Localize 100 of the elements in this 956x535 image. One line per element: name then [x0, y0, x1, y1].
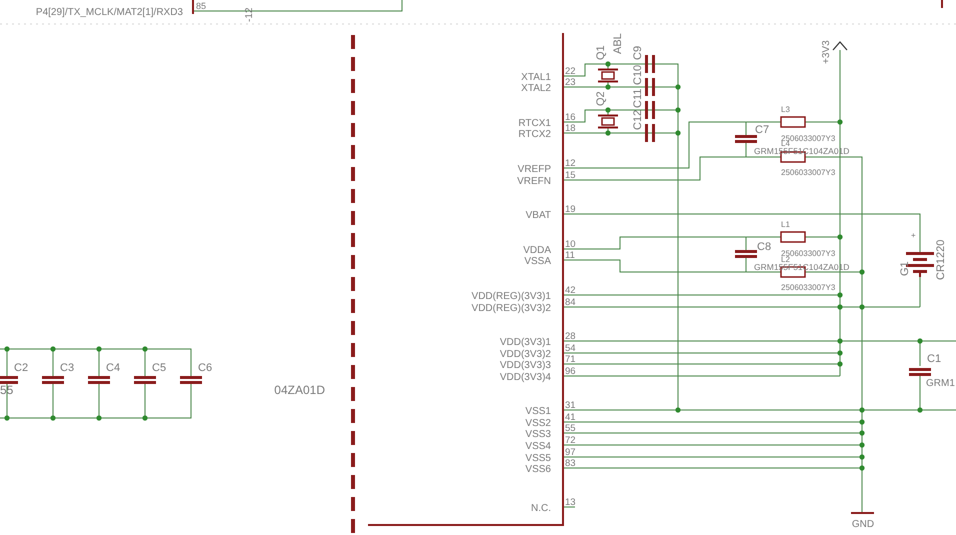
- pin-number: 13: [565, 497, 576, 508]
- capacitor-symbol: [909, 368, 931, 376]
- part-name: C5: [152, 362, 166, 374]
- junction-dot: [675, 130, 681, 136]
- capacitor-symbol: [42, 376, 64, 384]
- pin-name: VDD(3V3)1: [500, 337, 551, 348]
- pin-number: 15: [565, 170, 576, 181]
- pin-number: 83: [565, 458, 576, 469]
- junction-dot: [96, 415, 102, 421]
- junction-dot: [917, 407, 923, 413]
- junction-dot: [917, 338, 923, 344]
- pin-number: 23: [565, 77, 576, 88]
- capacitor-symbol: [0, 376, 18, 384]
- part-name: L2: [781, 255, 790, 264]
- capacitor-symbol: [180, 376, 202, 384]
- pin-name: VDD(REG)(3V3)2: [472, 303, 551, 314]
- pin-number: 10: [565, 239, 576, 250]
- pin-name: XTAL1: [521, 72, 551, 83]
- pin-name: VSS3: [525, 429, 551, 440]
- pin-name: VREFN: [517, 176, 551, 187]
- junction-dot: [96, 346, 102, 352]
- junction-dot: [859, 430, 865, 436]
- junction-dot: [837, 338, 843, 344]
- capacitor-symbol: [645, 101, 655, 119]
- junction-dot: [859, 304, 865, 310]
- pin-number: 22: [565, 66, 576, 77]
- inductor-symbol: [780, 116, 806, 128]
- pin-name: VBAT: [526, 210, 551, 221]
- pin-name: VSS6: [525, 464, 551, 475]
- part-value: 2506033007Y3: [781, 134, 836, 143]
- pin-name: XTAL2: [521, 83, 551, 94]
- junction-dot: [675, 84, 681, 90]
- junction-dot: [605, 107, 611, 113]
- pin-number: 18: [565, 123, 576, 134]
- junction-dot: [859, 419, 865, 425]
- junction-dot: [50, 346, 56, 352]
- part-value: GRM1: [926, 378, 955, 389]
- pin-number: 97: [565, 447, 576, 458]
- junction-dot: [675, 407, 681, 413]
- junction-dot: [837, 304, 843, 310]
- junction-dot: [50, 415, 56, 421]
- part-name: C8: [757, 241, 772, 253]
- junction-dot: [837, 350, 843, 356]
- pin-number: 31: [565, 400, 576, 411]
- junction-dot: [837, 292, 843, 298]
- pin-name: RTCX1: [518, 118, 551, 129]
- pin-number: 72: [565, 435, 576, 446]
- junction-dot: [837, 234, 843, 240]
- pin-name: VDD(3V3)3: [500, 360, 551, 371]
- pin-number: 54: [565, 343, 576, 354]
- pin-number: 11: [565, 250, 575, 261]
- junction-dot: [142, 415, 148, 421]
- capacitor-symbol: [88, 376, 110, 384]
- junction-dot: [837, 361, 843, 367]
- part-name: Q1: [595, 45, 607, 60]
- pin-name: VSSA: [524, 256, 551, 267]
- junction-dot: [859, 454, 865, 460]
- part-value: -12: [244, 8, 255, 22]
- pin-name: VREFP: [518, 164, 551, 175]
- pin-number: 16: [565, 112, 576, 123]
- part-value: ABL: [612, 33, 624, 54]
- chip-outline: [941, 0, 943, 8]
- junction-dot: [4, 346, 10, 352]
- part-name: C2: [14, 362, 28, 374]
- part-value: 04ZA01D: [274, 383, 325, 397]
- junction-dot: [859, 269, 865, 275]
- junction-dot: [675, 107, 681, 113]
- part-name: C6: [198, 362, 212, 374]
- junction-dot: [142, 346, 148, 352]
- part-name: C10: [632, 64, 644, 85]
- part-name: C3: [60, 362, 74, 374]
- pin-number: 96: [565, 366, 576, 377]
- part-value: 2506033007Y3: [781, 249, 836, 258]
- part-name: C11: [632, 88, 644, 108]
- junction-dot: [859, 442, 865, 448]
- part-name: L1: [781, 220, 790, 229]
- part-name: C4: [106, 362, 120, 374]
- pin-name: VDD(3V3)2: [500, 349, 551, 360]
- pin-number: 55: [565, 423, 576, 434]
- part-name: C1: [927, 353, 942, 365]
- net-label: GND: [852, 519, 874, 530]
- part-name: C7: [755, 124, 770, 136]
- pin-number: 12: [565, 158, 576, 169]
- part-name: G1: [899, 261, 911, 276]
- pin-number: 28: [565, 331, 576, 342]
- part-name: C12: [632, 110, 644, 130]
- junction-dot: [605, 84, 611, 90]
- capacitor-symbol: [134, 376, 156, 384]
- pin-number: 41: [565, 412, 576, 423]
- chip-outline: [192, 0, 194, 14]
- pin-name: VSS4: [525, 441, 551, 452]
- pin-number: 19: [565, 204, 576, 215]
- pin-name: VDDA: [523, 245, 551, 256]
- capacitor-symbol: [645, 55, 655, 73]
- crystal-symbol: [598, 64, 618, 88]
- junction-dot: [859, 465, 865, 471]
- junction-dot: [605, 61, 611, 67]
- pin-name: P4[29]/TX_MCLK/MAT2[1]/RXD3: [36, 7, 183, 18]
- pin-number: 85: [196, 1, 206, 11]
- part-name: +: [911, 231, 916, 240]
